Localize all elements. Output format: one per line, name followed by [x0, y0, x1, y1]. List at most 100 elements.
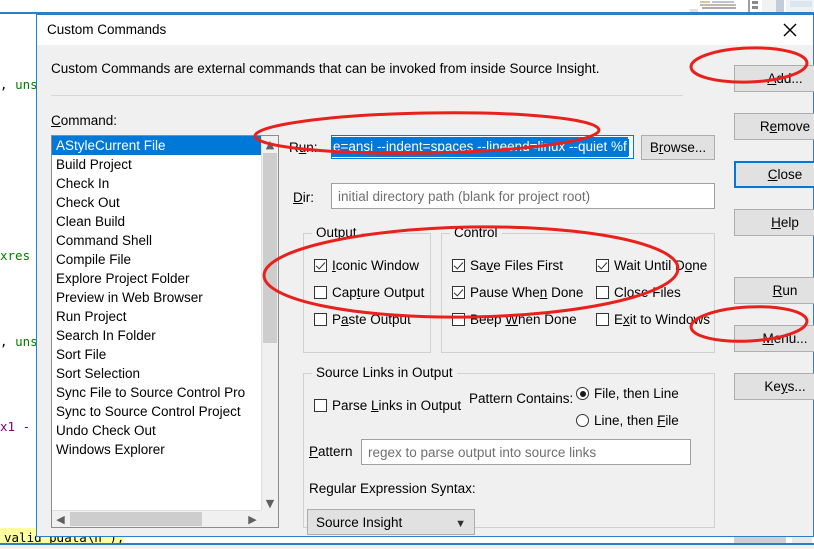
command-list-item[interactable]: Preview in Web Browser	[52, 288, 261, 307]
vertical-scrollbar-thumb[interactable]	[263, 153, 277, 343]
checkbox-box[interactable]	[596, 259, 609, 272]
checkbox-label: Capture Output	[332, 285, 425, 300]
command-list-item[interactable]: Check Out	[52, 193, 261, 212]
background-fragment	[748, 0, 750, 12]
radio-row[interactable]: File, then Line	[576, 386, 679, 401]
pattern-input[interactable]: regex to parse output into source links	[361, 439, 691, 465]
output-groupbox: Output Iconic Window Capture Output Paste …	[303, 225, 431, 353]
browse-button[interactable]: Br owse...	[641, 135, 715, 160]
run-label: Run:	[289, 140, 318, 155]
dir-input[interactable]: initial directory path (blank for projec…	[331, 183, 715, 209]
command-list-item[interactable]: Undo Check Out	[52, 421, 261, 440]
checkbox-row[interactable]: Wait Until Done	[596, 258, 707, 273]
dialog-description: Custom Commands are external commands th…	[51, 61, 600, 76]
regex-syntax-label: Regular Expression Syntax:	[309, 481, 476, 496]
command-list-label: Command:	[51, 113, 118, 128]
checkbox-label: Iconic Window	[332, 258, 420, 273]
checkbox-row[interactable]: Close Files	[596, 285, 681, 300]
chevron-right-icon[interactable]: ▶	[244, 511, 261, 527]
checkbox-row[interactable]: Exit to Windows	[596, 312, 710, 327]
command-label-rest: ommand:	[60, 113, 118, 128]
regex-syntax-select[interactable]: Source Insight ▼	[307, 509, 475, 535]
background-fragment	[702, 7, 736, 9]
chevron-down-icon[interactable]: ▼	[455, 518, 466, 530]
checkbox-label: Exit to Windows	[614, 312, 711, 327]
checkbox-box[interactable]	[314, 286, 327, 299]
side-button[interactable]: Re move	[734, 113, 814, 140]
command-list-item[interactable]: Clean Build	[52, 212, 261, 231]
command-list-item[interactable]: AStyleCurrent File	[52, 136, 261, 155]
checkbox-row[interactable]: Paste Output	[314, 312, 411, 327]
checkbox-row[interactable]: Save Files First	[452, 258, 563, 273]
scrollbar-corner	[261, 510, 278, 527]
command-list-item[interactable]: Check In	[52, 174, 261, 193]
side-button[interactable]: Add...	[734, 65, 814, 92]
pattern-contains-label: Pattern Contains:	[469, 391, 574, 406]
checkbox-box[interactable]	[314, 399, 327, 412]
background-fragment	[712, 1, 734, 3]
chevron-up-icon[interactable]: ▲	[262, 136, 278, 153]
checkbox-row[interactable]: Iconic Window	[314, 258, 419, 273]
control-groupbox: Control Save Files First Pause When Done B…	[441, 225, 715, 353]
checkbox-label: Beep When Done	[470, 312, 577, 327]
checkbox-box[interactable]	[452, 313, 465, 326]
listbox-vertical-scrollbar[interactable]: ▲ ▼	[261, 136, 278, 512]
command-list-item[interactable]: Windows Explorer	[52, 440, 261, 459]
dir-input-placeholder: initial directory path (blank for projec…	[338, 188, 591, 204]
run-input[interactable]: e=ansi --indent=spaces --lineend=linux -…	[331, 135, 634, 159]
checkbox-label: Save Files First	[470, 258, 564, 273]
background-fragment	[700, 4, 736, 6]
command-list-item[interactable]: Sort Selection	[52, 364, 261, 383]
divider	[51, 95, 683, 96]
command-list-item[interactable]: Search In Folder	[52, 326, 261, 345]
command-list-item[interactable]: Compile File	[52, 250, 261, 269]
background-bottom-strip	[0, 545, 814, 549]
horizontal-scrollbar-thumb[interactable]	[70, 512, 202, 526]
chevron-left-icon[interactable]: ◀	[52, 511, 69, 527]
parse-links-label: Parse Links in Output	[332, 398, 462, 413]
background-fragment	[700, 1, 710, 3]
text-caret	[627, 138, 629, 156]
command-list-item[interactable]: Sort File	[52, 345, 261, 364]
radio-row[interactable]: Line, then File	[576, 413, 679, 428]
radio-label: Line, then File	[594, 413, 679, 428]
command-list-item[interactable]: Run Project	[52, 307, 261, 326]
side-button[interactable]: Close	[734, 161, 814, 188]
output-group-title: Output	[312, 225, 361, 240]
checkbox-box[interactable]	[314, 313, 327, 326]
side-button[interactable]: Ke y s...	[734, 373, 814, 400]
regex-syntax-value: Source Insight	[316, 514, 403, 530]
close-icon[interactable]	[767, 15, 813, 45]
command-list-item[interactable]: Command Shell	[52, 231, 261, 250]
command-list-item[interactable]: Build Project	[52, 155, 261, 174]
command-list-item[interactable]: Sync to Source Control Project	[52, 402, 261, 421]
side-button[interactable]: Run	[734, 277, 814, 304]
command-list-item[interactable]: Explore Project Folder	[52, 269, 261, 288]
checkbox-row[interactable]: Beep When Done	[452, 312, 577, 327]
parse-links-checkbox[interactable]: Parse Links in Output	[314, 398, 461, 413]
checkbox-box[interactable]	[596, 286, 609, 299]
background-fragment	[752, 6, 758, 9]
pattern-label: Pattern	[309, 444, 353, 459]
checkbox-box[interactable]	[314, 259, 327, 272]
background-fragment	[776, 0, 784, 12]
command-listbox[interactable]: AStyleCurrent File Build Project Check In C…	[51, 135, 279, 528]
radio-box[interactable]	[576, 414, 589, 427]
command-list-item[interactable]: Sync File to Source Control Pro	[52, 383, 261, 402]
command-list-items: AStyleCurrent File Build Project Check In C…	[52, 136, 261, 459]
control-group-title: Control	[450, 225, 502, 240]
side-button[interactable]: Help	[734, 209, 814, 236]
checkbox-box[interactable]	[452, 286, 465, 299]
listbox-horizontal-scrollbar[interactable]: ◀ ▶	[52, 510, 261, 527]
checkbox-box[interactable]	[452, 259, 465, 272]
custom-commands-dialog: Custom Commands Custom Commands are exte…	[36, 14, 814, 537]
checkbox-box[interactable]	[596, 313, 609, 326]
radio-box[interactable]	[576, 387, 589, 400]
checkbox-row[interactable]: Capture Output	[314, 285, 424, 300]
side-button[interactable]: Menu...	[734, 325, 814, 352]
source-links-group-title: Source Links in Output	[312, 365, 457, 380]
run-input-value: e=ansi --indent=spaces --lineend=linux -…	[332, 137, 628, 157]
checkbox-row[interactable]: Pause When Done	[452, 285, 583, 300]
dialog-titlebar[interactable]: Custom Commands	[37, 15, 813, 45]
dialog-title: Custom Commands	[47, 22, 167, 37]
